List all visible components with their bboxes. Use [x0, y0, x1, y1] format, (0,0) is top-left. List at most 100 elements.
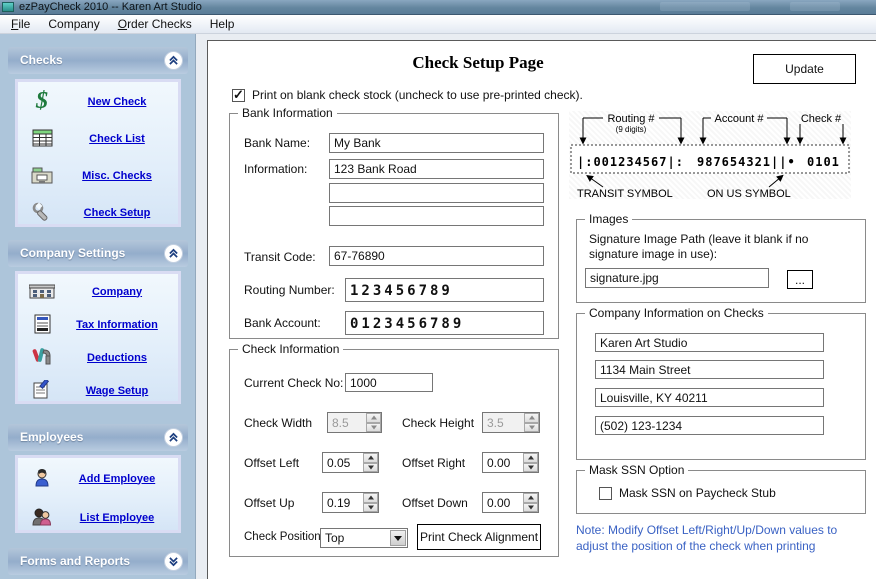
mask-ssn-group: Mask SSN Option Mask SSN on Paycheck Stu…: [576, 470, 866, 514]
company-name-input[interactable]: [595, 333, 824, 352]
menu-file[interactable]: File: [2, 15, 39, 34]
offset-left-value: 0.05: [323, 453, 363, 472]
check-list-link[interactable]: Check List: [89, 133, 145, 145]
company-street-input[interactable]: [595, 360, 824, 379]
printer-icon: [18, 166, 66, 184]
current-check-no-input[interactable]: [345, 373, 433, 392]
menu-order-checks[interactable]: Order Checks: [109, 15, 201, 34]
sidebar-item-tax-information[interactable]: Tax Information: [18, 307, 178, 340]
group-title: Check Information: [238, 342, 343, 356]
menu-help[interactable]: Help: [201, 15, 244, 34]
sidebar-item-new-check[interactable]: $ New Check: [18, 82, 178, 119]
spin-down-button: [524, 423, 539, 433]
bank-information-group: Bank Information Bank Name: Information:…: [229, 113, 559, 339]
information-input-3[interactable]: [329, 206, 544, 226]
list-employee-link[interactable]: List Employee: [80, 512, 155, 524]
checks-panel: $ New Check Check List: [15, 79, 181, 227]
browse-button[interactable]: ...: [787, 270, 813, 289]
sidebar-item-deductions[interactable]: Deductions: [18, 340, 178, 373]
offset-up-spinner[interactable]: 0.19: [322, 492, 379, 513]
spin-down-button[interactable]: [523, 463, 538, 473]
offset-down-value: 0.00: [483, 493, 523, 512]
sidebar-item-misc-checks[interactable]: Misc. Checks: [18, 156, 178, 193]
offset-right-spinner[interactable]: 0.00: [482, 452, 539, 473]
wage-setup-link[interactable]: Wage Setup: [86, 385, 149, 397]
group-title: Mask SSN Option: [585, 463, 688, 477]
company-settings-panel: Company Tax Information: [15, 271, 181, 404]
offset-left-spinner[interactable]: 0.05: [322, 452, 379, 473]
print-check-alignment-button[interactable]: Print Check Alignment: [417, 524, 541, 550]
signature-path-label: Signature Image Path (leave it blank if …: [589, 232, 851, 262]
check-height-label: Check Height: [402, 416, 474, 430]
spin-up-button[interactable]: [523, 453, 538, 463]
sidebar-item-company[interactable]: Company: [18, 274, 178, 307]
deductions-link[interactable]: Deductions: [87, 352, 147, 364]
mask-ssn-checkbox[interactable]: [599, 487, 612, 500]
check-position-select[interactable]: Top: [320, 528, 408, 548]
group-title: Bank Information: [238, 106, 337, 120]
collapse-chevron-button[interactable]: [164, 51, 183, 70]
offset-note: Note: Modify Offset Left/Right/Up/Down v…: [576, 523, 868, 554]
spin-up-button[interactable]: [363, 493, 378, 503]
account-label: Account #: [715, 113, 765, 125]
sidebar-item-wage-setup[interactable]: Wage Setup: [18, 373, 178, 406]
current-check-no-label: Current Check No:: [244, 376, 343, 390]
section-title: Checks: [20, 53, 63, 67]
company-city-input[interactable]: [595, 388, 824, 407]
title-bar: ezPayCheck 2010 -- Karen Art Studio: [0, 0, 876, 15]
routing-number-input[interactable]: [345, 278, 544, 302]
misc-checks-link[interactable]: Misc. Checks: [82, 170, 152, 182]
expand-chevron-button[interactable]: [164, 552, 183, 571]
bank-name-input[interactable]: [329, 133, 544, 153]
sidebar-item-add-employee[interactable]: Add Employee: [18, 458, 178, 497]
micr-routing-text: |:001234567|:: [577, 155, 684, 169]
transit-code-input[interactable]: [329, 246, 544, 266]
spin-up-button[interactable]: [523, 493, 538, 503]
company-link[interactable]: Company: [92, 286, 142, 298]
sidebar-item-check-list[interactable]: Check List: [18, 119, 178, 156]
update-button[interactable]: Update: [753, 54, 856, 84]
section-title: Forms and Reports: [20, 554, 130, 568]
chevron-down-icon: [167, 555, 180, 568]
mask-ssn-checkbox-row: Mask SSN on Paycheck Stub: [599, 486, 776, 500]
spin-down-button[interactable]: [523, 503, 538, 513]
transit-symbol-label: TRANSIT SYMBOL: [577, 188, 673, 199]
new-check-link[interactable]: New Check: [88, 96, 147, 108]
sidebar: Checks $ New Check: [0, 34, 196, 579]
check-height-value: 3.5: [483, 413, 524, 432]
sidebar-item-check-setup[interactable]: Check Setup: [18, 193, 178, 230]
menu-bar: File Company Order Checks Help: [0, 15, 876, 34]
bank-account-label: Bank Account:: [244, 316, 321, 330]
sidebar-section-company-settings[interactable]: Company Settings: [8, 240, 188, 267]
information-input-2[interactable]: [329, 183, 544, 203]
sidebar-item-list-employee[interactable]: List Employee: [18, 497, 178, 536]
collapse-chevron-button[interactable]: [164, 244, 183, 263]
bank-account-input[interactable]: [345, 311, 544, 335]
sidebar-section-checks[interactable]: Checks: [8, 47, 188, 74]
check-height-spinner: 3.5: [482, 412, 540, 433]
dollar-icon: $: [18, 91, 66, 111]
company-phone-input[interactable]: [595, 416, 824, 435]
blank-stock-checkbox[interactable]: [232, 89, 245, 102]
spin-down-button[interactable]: [363, 503, 378, 513]
employees-panel: Add Employee List Employee: [15, 455, 181, 533]
information-input-1[interactable]: [329, 159, 544, 179]
dropdown-arrow-icon[interactable]: [390, 530, 406, 546]
spin-down-button[interactable]: [363, 463, 378, 473]
sidebar-section-forms-and-reports[interactable]: Forms and Reports: [8, 548, 188, 575]
wrench-icon: [18, 202, 66, 222]
person-icon: [18, 469, 66, 487]
check-position-label: Check Position: [244, 531, 321, 543]
tax-information-link[interactable]: Tax Information: [76, 319, 158, 331]
collapse-chevron-button[interactable]: [164, 428, 183, 447]
signature-path-input[interactable]: [585, 268, 769, 288]
chevron-up-icon: [167, 247, 180, 260]
window-title: ezPayCheck 2010 -- Karen Art Studio: [19, 0, 202, 15]
check-setup-link[interactable]: Check Setup: [84, 207, 151, 219]
menu-company[interactable]: Company: [39, 15, 108, 34]
offset-down-spinner[interactable]: 0.00: [482, 492, 539, 513]
app-icon: [2, 2, 14, 12]
spin-up-button[interactable]: [363, 453, 378, 463]
add-employee-link[interactable]: Add Employee: [79, 473, 155, 485]
sidebar-section-employees[interactable]: Employees: [8, 424, 188, 451]
